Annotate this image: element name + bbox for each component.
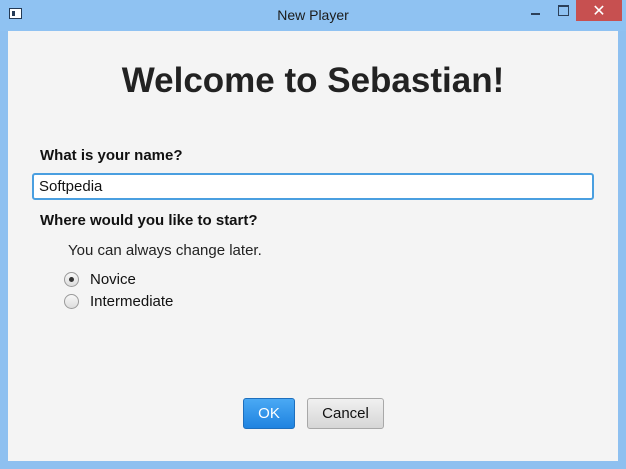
- new-player-window: New Player ✕ Welcome to Sebastian! What …: [0, 0, 626, 469]
- minimize-button[interactable]: [521, 0, 550, 21]
- maximize-button[interactable]: [550, 0, 576, 21]
- page-title: Welcome to Sebastian!: [121, 61, 505, 100]
- radio-option-intermediate[interactable]: Intermediate: [64, 293, 173, 310]
- start-hint: You can always change later.: [68, 242, 262, 259]
- dialog-content: Welcome to Sebastian! What is your name?…: [8, 31, 618, 461]
- name-label: What is your name?: [40, 147, 183, 164]
- radio-option-novice[interactable]: Novice: [64, 271, 136, 288]
- close-button[interactable]: ✕: [576, 0, 622, 21]
- name-input[interactable]: [32, 173, 594, 200]
- radio-label-intermediate: Intermediate: [90, 293, 174, 310]
- close-icon: ✕: [592, 1, 606, 20]
- minimize-icon: [531, 12, 540, 15]
- radio-label-novice: Novice: [90, 271, 136, 288]
- ok-button[interactable]: OK: [243, 398, 295, 429]
- cancel-button[interactable]: Cancel: [307, 398, 384, 429]
- radio-button-novice[interactable]: [64, 272, 79, 287]
- radio-button-intermediate[interactable]: [64, 294, 79, 309]
- start-label: Where would you like to start?: [40, 212, 258, 229]
- maximize-icon: [557, 5, 569, 16]
- title-bar[interactable]: New Player ✕: [0, 0, 626, 31]
